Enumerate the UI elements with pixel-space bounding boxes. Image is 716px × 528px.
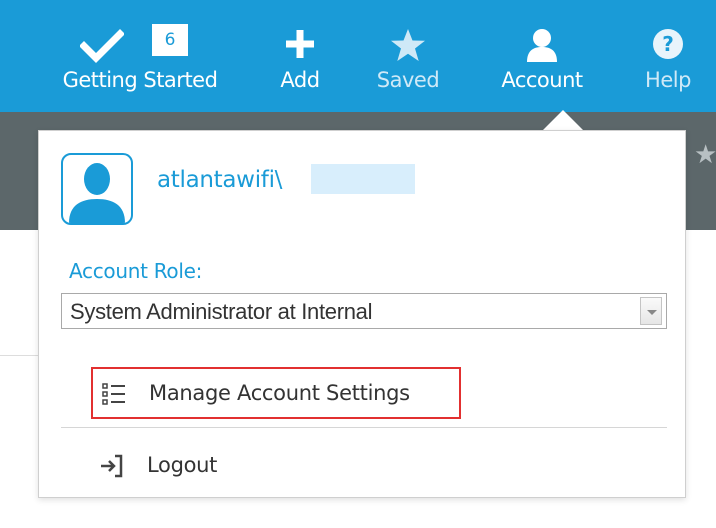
manage-account-settings-link[interactable]: Manage Account Settings: [91, 367, 461, 419]
svg-text:?: ?: [662, 32, 674, 56]
avatar: [61, 153, 133, 225]
list-icon: [101, 381, 127, 407]
checkmark-icon: [79, 28, 125, 68]
account-role-value: System Administrator at Internal: [70, 299, 373, 324]
menu-divider: [61, 427, 667, 428]
nav-add[interactable]: Add: [270, 0, 330, 112]
account-role-label: Account Role:: [69, 259, 203, 283]
nav-saved[interactable]: Saved: [366, 0, 450, 112]
logout-link[interactable]: Logout: [91, 441, 461, 493]
account-dropdown: atlantawifi\ Account Role: System Admini…: [38, 130, 686, 498]
nav-saved-label: Saved: [376, 68, 440, 92]
page-divider: [0, 355, 40, 356]
star-icon[interactable]: ★: [694, 140, 716, 170]
nav-help[interactable]: ? Help: [636, 0, 700, 112]
user-icon: [525, 28, 559, 66]
username-redaction: [311, 164, 415, 194]
account-username: atlantawifi\: [157, 167, 283, 193]
user-avatar-icon: [69, 163, 125, 223]
top-nav-bar: Getting Started 6 Add Saved Account ? He…: [0, 0, 716, 112]
question-icon: ?: [652, 28, 684, 64]
nav-getting-started-label: Getting Started: [62, 68, 218, 92]
nav-account-label: Account: [501, 68, 583, 92]
account-role-select[interactable]: System Administrator at Internal: [61, 293, 667, 329]
dropdown-caret: [541, 110, 585, 132]
logout-icon: [99, 453, 125, 479]
nav-help-label: Help: [645, 68, 691, 92]
plus-icon: [284, 28, 316, 64]
chevron-down-icon[interactable]: [640, 297, 662, 325]
logout-label: Logout: [147, 453, 218, 477]
nav-getting-started[interactable]: Getting Started: [40, 0, 240, 112]
star-icon: [390, 28, 426, 66]
nav-account[interactable]: Account: [488, 0, 596, 112]
getting-started-count-badge: 6: [152, 24, 188, 56]
nav-add-label: Add: [280, 68, 320, 92]
manage-account-settings-label: Manage Account Settings: [149, 381, 410, 405]
